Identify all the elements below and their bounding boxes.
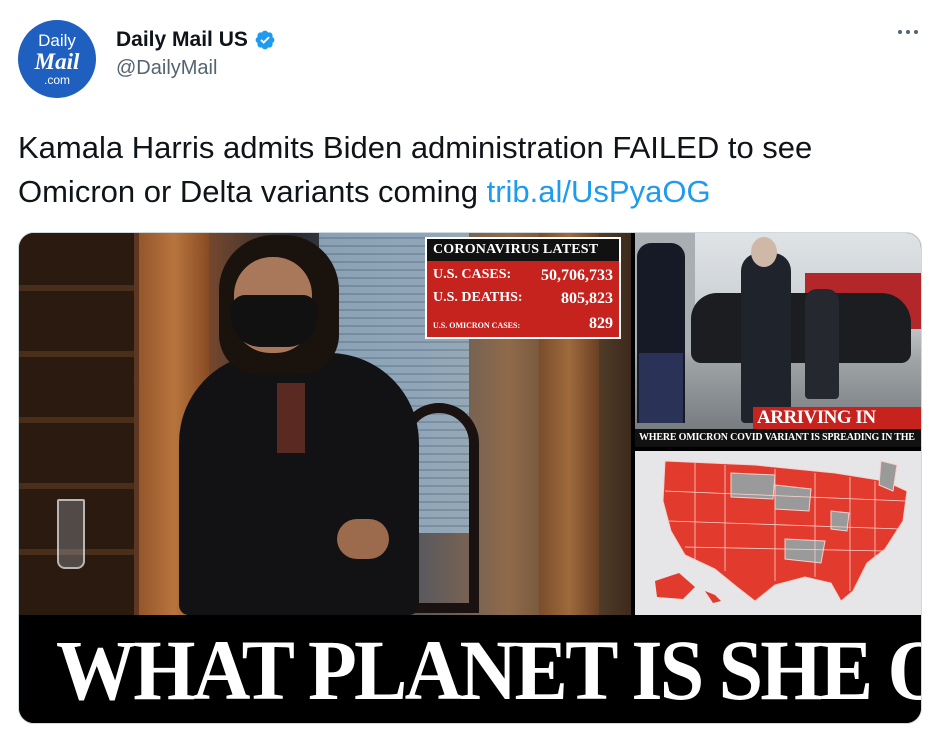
covid-label: U.S. DEATHS: [433,290,523,305]
display-name[interactable]: Daily Mail US [116,28,248,52]
headline-text: WHAT PLANET IS SHE ON? [55,622,921,718]
grey-state [830,510,850,532]
biden-photo: ARRIVING IN DELAWARE WHERE OMICRON COVID… [635,233,921,447]
marine-trousers [639,353,683,423]
us-map-graphic [655,460,908,603]
person-shirt [277,383,305,453]
walking-man-head [751,237,777,267]
headline: WHAT PLANET IS SHE ON? [19,615,921,723]
water-glass [57,499,85,569]
person-hands [337,519,389,559]
covid-stats-box: CORONAVIRUS LATEST U.S. CASES: 50,706,73… [425,237,621,339]
handle[interactable]: @DailyMail [116,57,276,80]
person-mask [231,295,317,347]
covid-label: U.S. CASES: [433,267,512,282]
more-dot [906,30,910,34]
alaska [655,573,695,599]
us-mainland [662,460,908,602]
covid-value: 829 [589,315,613,332]
avatar-line-2: Mail [34,49,80,74]
hawaii [705,591,721,603]
covid-row-cases: U.S. CASES: 50,706,733 [427,267,619,285]
covid-title: CORONAVIRUS LATEST [427,239,619,261]
more-dot [898,30,902,34]
avatar-line-3: .com [43,73,70,87]
suv [691,293,911,363]
us-map [635,451,921,615]
covid-row-deaths: U.S. DEATHS: 805,823 [427,290,619,308]
child [805,289,839,399]
walking-man [741,253,791,423]
name-row: Daily Mail US [116,28,276,52]
avatar-line-1: Daily [38,31,76,50]
author-info: Daily Mail US @DailyMail [116,28,276,80]
more-dot [914,30,918,34]
tweet-link[interactable]: trib.al/UsPyaOG [487,174,711,209]
harris-photo: CORONAVIRUS LATEST U.S. CASES: 50,706,73… [19,233,631,615]
grey-state [774,484,812,512]
map-caption: WHERE OMICRON COVID VARIANT IS SPREADING… [635,429,921,447]
verified-badge-icon [255,30,275,50]
covid-row-omicron: U.S. OMICRON CASES: 829 [427,315,619,333]
covid-value: 50,706,733 [541,267,613,284]
covid-value: 805,823 [561,290,613,307]
covid-label: U.S. OMICRON CASES: [433,321,521,330]
media-image[interactable]: CORONAVIRUS LATEST U.S. CASES: 50,706,73… [18,232,922,724]
more-horizontal-icon[interactable] [898,30,918,34]
tweet-text: Kamala Harris admits Biden administratio… [18,126,928,214]
grey-state [784,538,826,564]
avatar[interactable]: Daily Mail .com [18,20,96,98]
